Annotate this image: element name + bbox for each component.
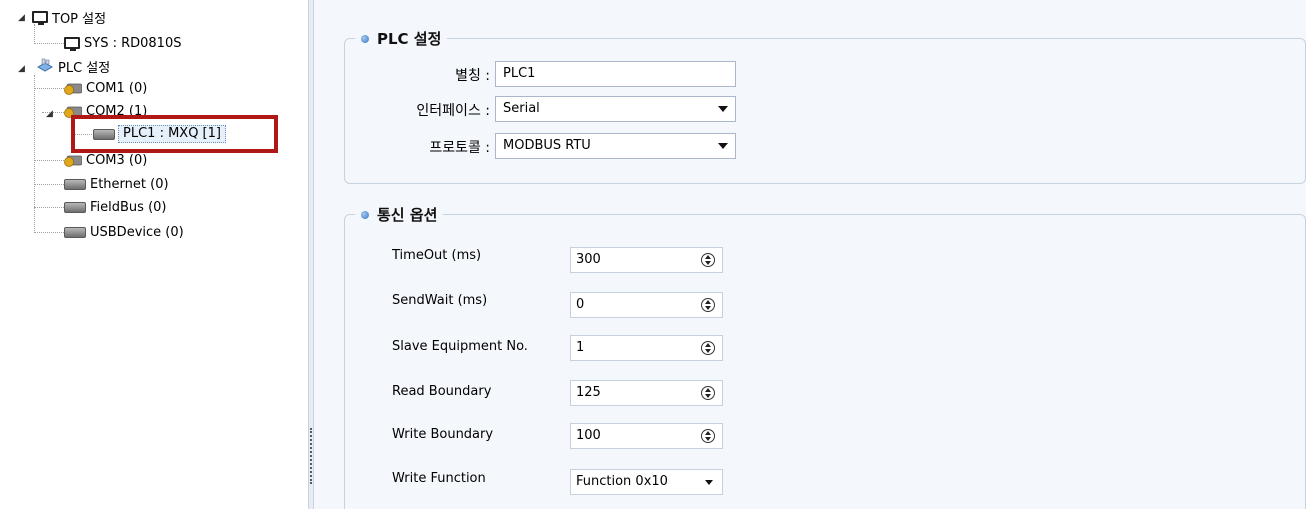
tree-connector [34,43,64,44]
tree-connector [34,75,35,233]
device-icon [64,226,86,238]
read-boundary-spinner[interactable]: 125 [570,380,723,406]
timeout-label: TimeOut (ms) [392,248,482,263]
tree-node-com3[interactable]: COM3 (0) [64,150,147,170]
read-boundary-label: Read Boundary [392,384,492,399]
spin-updown-icon[interactable] [701,429,715,443]
group-title: PLC 설정 [355,28,448,49]
tree-node-usbdevice[interactable]: USBDevice (0) [64,222,184,242]
network-icon [36,58,54,72]
dropdown-arrow-icon[interactable] [705,480,713,485]
comm-options-title: 통신 옵션 [377,206,438,224]
tree-node-com1[interactable]: COM1 (0) [64,78,147,98]
tree-connector [34,207,64,208]
tree-node-label: SYS : RD0810S [84,35,182,51]
write-boundary-spinner[interactable]: 100 [570,423,723,449]
monitor-icon [64,37,80,51]
tree-node-label: FieldBus (0) [90,199,167,215]
tree-node-ethernet[interactable]: Ethernet (0) [64,174,169,194]
protocol-label: 프로토콜 : [429,140,490,156]
spin-updown-icon[interactable] [701,386,715,400]
device-icon [64,201,86,213]
protocol-value: MODBUS RTU [503,138,591,153]
collapse-toggle-icon[interactable]: ◢ [18,13,25,23]
slave-equipment-spinner[interactable]: 1 [570,335,723,361]
tree-connector [34,184,64,185]
tree-connector [34,24,35,44]
sendwait-spinner[interactable]: 0 [570,292,723,318]
spin-updown-icon[interactable] [701,253,715,267]
write-boundary-label: Write Boundary [392,427,494,442]
highlight-box [71,115,278,153]
group-title: 통신 옵션 [355,204,444,225]
tree-node-sys[interactable]: SYS : RD0810S [64,33,181,53]
protocol-select[interactable]: MODBUS RTU [495,133,736,159]
bullet-icon [361,34,369,43]
spin-updown-icon[interactable] [701,298,715,312]
plc-settings-title: PLC 설정 [377,30,442,48]
monitor-icon [32,11,48,25]
project-tree: ◢ TOP 설정 SYS : RD0810S ◢ PLC 설정 COM1 (0)… [0,0,308,509]
tree-node-top-settings[interactable]: TOP 설정 [32,7,106,27]
tree-connector [34,88,64,89]
tree-connector [34,232,64,233]
interface-label: 인터페이스 : [416,103,490,119]
alias-label: 별칭 : [455,68,490,84]
sendwait-value: 0 [576,297,585,312]
tree-connector [34,160,64,161]
slave-equipment-label: Slave Equipment No. [392,339,528,354]
tree-node-label: PLC 설정 [58,60,111,76]
bullet-icon [361,210,369,219]
com-port-icon [64,83,82,95]
collapse-toggle-icon[interactable]: ◢ [18,64,25,74]
read-boundary-value: 125 [576,385,601,400]
plc-settings-group: PLC 설정 별칭 : PLC1 인터페이스 : Serial 프로토콜 : M… [344,28,1306,184]
tree-node-label: USBDevice (0) [90,224,184,240]
splitter-grip-icon[interactable] [310,428,312,484]
sendwait-label: SendWait (ms) [392,293,488,308]
spin-updown-icon[interactable] [701,341,715,355]
write-function-value: Function 0x10 [576,474,668,489]
tree-node-fieldbus[interactable]: FieldBus (0) [64,197,166,217]
tree-node-label: COM3 (0) [86,152,148,168]
dropdown-arrow-icon[interactable] [718,106,728,112]
settings-panel: PLC 설정 별칭 : PLC1 인터페이스 : Serial 프로토콜 : M… [314,0,1306,509]
tree-node-label: Ethernet (0) [90,176,169,192]
timeout-value: 300 [576,252,601,267]
interface-value: Serial [503,101,540,116]
tree-node-label: TOP 설정 [52,11,107,27]
tree-node-label: COM1 (0) [86,80,148,96]
device-icon [64,178,86,190]
com-port-icon [64,155,82,167]
slave-equipment-value: 1 [576,340,585,355]
write-function-label: Write Function [392,471,486,486]
dropdown-arrow-icon[interactable] [718,143,728,149]
write-function-select[interactable]: Function 0x10 [570,469,723,495]
collapse-toggle-icon[interactable]: ◢ [46,109,53,119]
interface-select[interactable]: Serial [495,96,736,122]
timeout-spinner[interactable]: 300 [570,247,723,273]
tree-node-plc-settings[interactable]: PLC 설정 [36,56,110,76]
write-boundary-value: 100 [576,428,601,443]
comm-options-group: 통신 옵션 TimeOut (ms) 300 SendWait (ms) 0 S… [344,204,1306,509]
alias-input[interactable]: PLC1 [495,61,736,87]
